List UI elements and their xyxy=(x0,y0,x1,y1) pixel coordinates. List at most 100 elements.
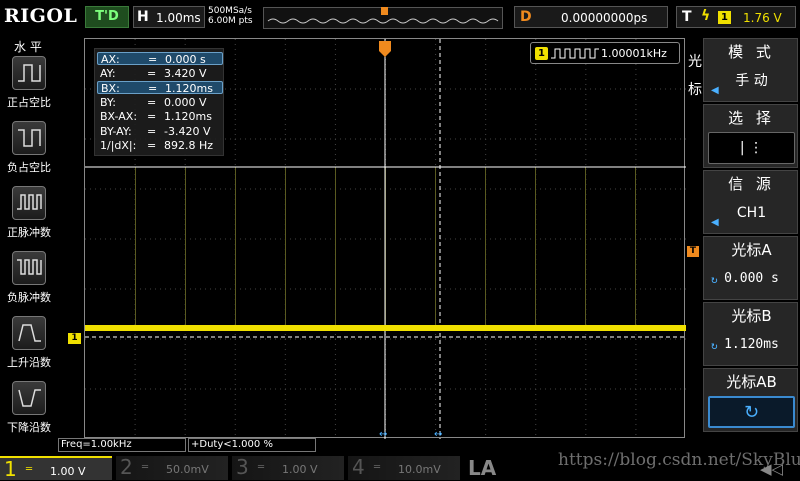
source-value: CH1 xyxy=(736,205,767,221)
channel-scale: 1.00 V xyxy=(282,463,318,476)
dc-coupling-icon: ═ xyxy=(258,462,265,473)
positive-pulse-count-icon xyxy=(12,186,46,220)
sidebar-item-2[interactable]: 正脉冲数 xyxy=(0,186,58,250)
cursor-row-value: 892.8 Hz xyxy=(164,139,214,152)
timebase-box[interactable]: H 1.00ms xyxy=(133,6,205,28)
sample-rate: 500MSa/s xyxy=(208,6,252,16)
softkey-cursor-b[interactable]: 光标B ↻ 1.120ms xyxy=(703,302,798,366)
source-value-box: ◀ CH1 xyxy=(708,198,795,230)
trigger-level-marker[interactable]: T xyxy=(687,246,699,257)
dc-coupling-icon: ═ xyxy=(142,462,149,473)
knob-icon: ↻ xyxy=(711,339,718,352)
dc-coupling-icon: ═ xyxy=(374,462,381,473)
sidebar-item-4[interactable]: 上升沿数 xyxy=(0,316,58,380)
channel-2-box[interactable]: 2 ═ 50.0mV xyxy=(116,455,228,480)
channel-1-box[interactable]: 1 ═ 1.00 V xyxy=(0,456,112,481)
frequency-counter: 1 1.00001kHz xyxy=(530,42,680,64)
logic-analyzer-label[interactable]: LA xyxy=(468,456,496,480)
sidebar-item-3[interactable]: 负脉冲数 xyxy=(0,251,58,315)
sidebar-item-1[interactable]: 负占空比 xyxy=(0,121,58,185)
sidebar-item-label: 下降沿数 xyxy=(7,421,51,434)
equals-sign: = xyxy=(147,110,157,123)
cursor-a-value-box: ↻ 0.000 s xyxy=(708,264,795,296)
softkey-select[interactable]: 选 择 | ⋮ xyxy=(703,104,798,168)
cursor-b-arrow-icon: ↔ xyxy=(434,429,442,439)
sidebar-item-label: 负脉冲数 xyxy=(7,291,51,304)
channel-number: 1 xyxy=(4,457,17,481)
rising-edge-icon: ϟ xyxy=(701,8,711,24)
trigger-level: 1.76 V xyxy=(743,11,782,25)
cursor-row: AX: = 0.000 s xyxy=(97,52,223,66)
cursor-row: BX-AX: = 1.120ms xyxy=(97,110,223,123)
freq-measure-readout: Freq=1.00kHz xyxy=(58,438,186,452)
run-state-indicator[interactable]: T'D xyxy=(85,6,129,28)
horizontal-key: H xyxy=(137,9,149,25)
memory-depth: 6.00M pts xyxy=(208,16,253,26)
cursor-row-label: BY-AY: xyxy=(100,124,132,138)
top-status-bar: RIGOL T'D H 1.00ms 500MSa/s 6.00M pts D … xyxy=(0,0,800,34)
cursor-row: 1/|dX|: = 892.8 Hz xyxy=(97,139,223,152)
equals-sign: = xyxy=(147,139,157,152)
counter-channel-badge: 1 xyxy=(535,47,548,60)
cursor-row-label: 1/|dX|: xyxy=(100,139,137,152)
softkey-mode[interactable]: 模 式 ◀ 手 动 xyxy=(703,38,798,102)
brand-logo: RIGOL xyxy=(4,5,78,27)
cursor-row-value: 0.000 s xyxy=(165,53,206,66)
cursor-b-title: 光标B xyxy=(731,307,772,325)
softkey-menu: 模 式 ◀ 手 动 选 择 | ⋮ 信 源 ◀ CH1 光标A ↻ 0.000 … xyxy=(703,38,800,438)
timebase-value: 1.00ms xyxy=(156,11,201,25)
cursor-row-value: 3.420 V xyxy=(164,66,207,80)
left-arrow-icon: ◀ xyxy=(711,85,719,96)
cursor-b-value-box: ↻ 1.120ms xyxy=(708,330,795,362)
source-title: 信 源 xyxy=(728,175,775,193)
delay-box[interactable]: D 0.00000000ps xyxy=(514,6,668,28)
cursor-row-label: BX-AX: xyxy=(100,110,138,123)
cursor-row-label: AX: xyxy=(101,53,120,66)
equals-sign: = xyxy=(147,124,157,138)
trigger-position-marker-top xyxy=(381,7,388,15)
knob-icon: ↻ xyxy=(708,396,795,428)
cursor-row: BY: = 0.000 V xyxy=(97,96,223,109)
left-arrow-icon: ◀ xyxy=(711,217,719,228)
trigger-box[interactable]: T ϟ 1 1.76 V xyxy=(676,6,796,28)
ch1-offset-marker[interactable]: 1 xyxy=(68,333,81,344)
cursor-measurement-table: AX: = 0.000 s AY: = 3.420 V BX: = 1.120ms BY: = 0.0… xyxy=(94,48,224,156)
menu-vertical-title: 光 标 xyxy=(688,54,702,98)
mode-title: 模 式 xyxy=(728,43,775,61)
channel-4-box[interactable]: 4 ═ 10.0mV xyxy=(348,455,460,480)
delay-key: D xyxy=(520,9,532,25)
channel-3-box[interactable]: 3 ═ 1.00 V xyxy=(232,455,344,480)
cursor-row-value: 1.120ms xyxy=(164,110,212,123)
softkey-cursor-ab[interactable]: 光标AB ↻ xyxy=(703,368,798,432)
cursor-b-value: 1.120ms xyxy=(724,337,779,352)
falling-edge-count-icon xyxy=(12,381,46,415)
sidebar-item-0[interactable]: 正占空比 xyxy=(0,56,58,120)
sidebar-item-label: 负占空比 xyxy=(7,161,51,174)
softkey-cursor-a[interactable]: 光标A ↻ 0.000 s xyxy=(703,236,798,300)
speaker-icon[interactable]: ◀◁ xyxy=(760,460,783,478)
softkey-source[interactable]: 信 源 ◀ CH1 xyxy=(703,170,798,234)
cursor-row: AY: = 3.420 V xyxy=(97,67,223,80)
sidebar-item-5[interactable]: 下降沿数 xyxy=(0,381,58,445)
channel-scale: 50.0mV xyxy=(166,463,209,476)
equals-sign: = xyxy=(148,53,158,66)
left-measurement-sidebar: 水 平 正占空比负占空比正脉冲数负脉冲数上升沿数下降沿数 xyxy=(0,36,58,440)
trigger-position-marker xyxy=(379,41,391,57)
positive-duty-icon xyxy=(12,56,46,90)
channel-scale: 1.00 V xyxy=(50,465,86,478)
channel-number: 2 xyxy=(120,455,133,479)
equals-sign: = xyxy=(148,82,158,95)
cursor-a-title: 光标A xyxy=(731,241,772,259)
sidebar-item-label: 正脉冲数 xyxy=(7,226,51,239)
sidebar-title: 水 平 xyxy=(14,40,42,54)
negative-pulse-count-icon xyxy=(12,251,46,285)
trigger-source: 1 xyxy=(718,11,731,24)
channel-number: 4 xyxy=(352,455,365,479)
square-wave-icon xyxy=(551,48,599,59)
counter-value: 1.00001kHz xyxy=(601,47,667,60)
cursor-row-label: BY: xyxy=(100,95,116,109)
equals-sign: = xyxy=(147,95,157,109)
trigger-key: T xyxy=(682,9,692,25)
negative-duty-icon xyxy=(12,121,46,155)
dc-coupling-icon: ═ xyxy=(26,464,33,475)
